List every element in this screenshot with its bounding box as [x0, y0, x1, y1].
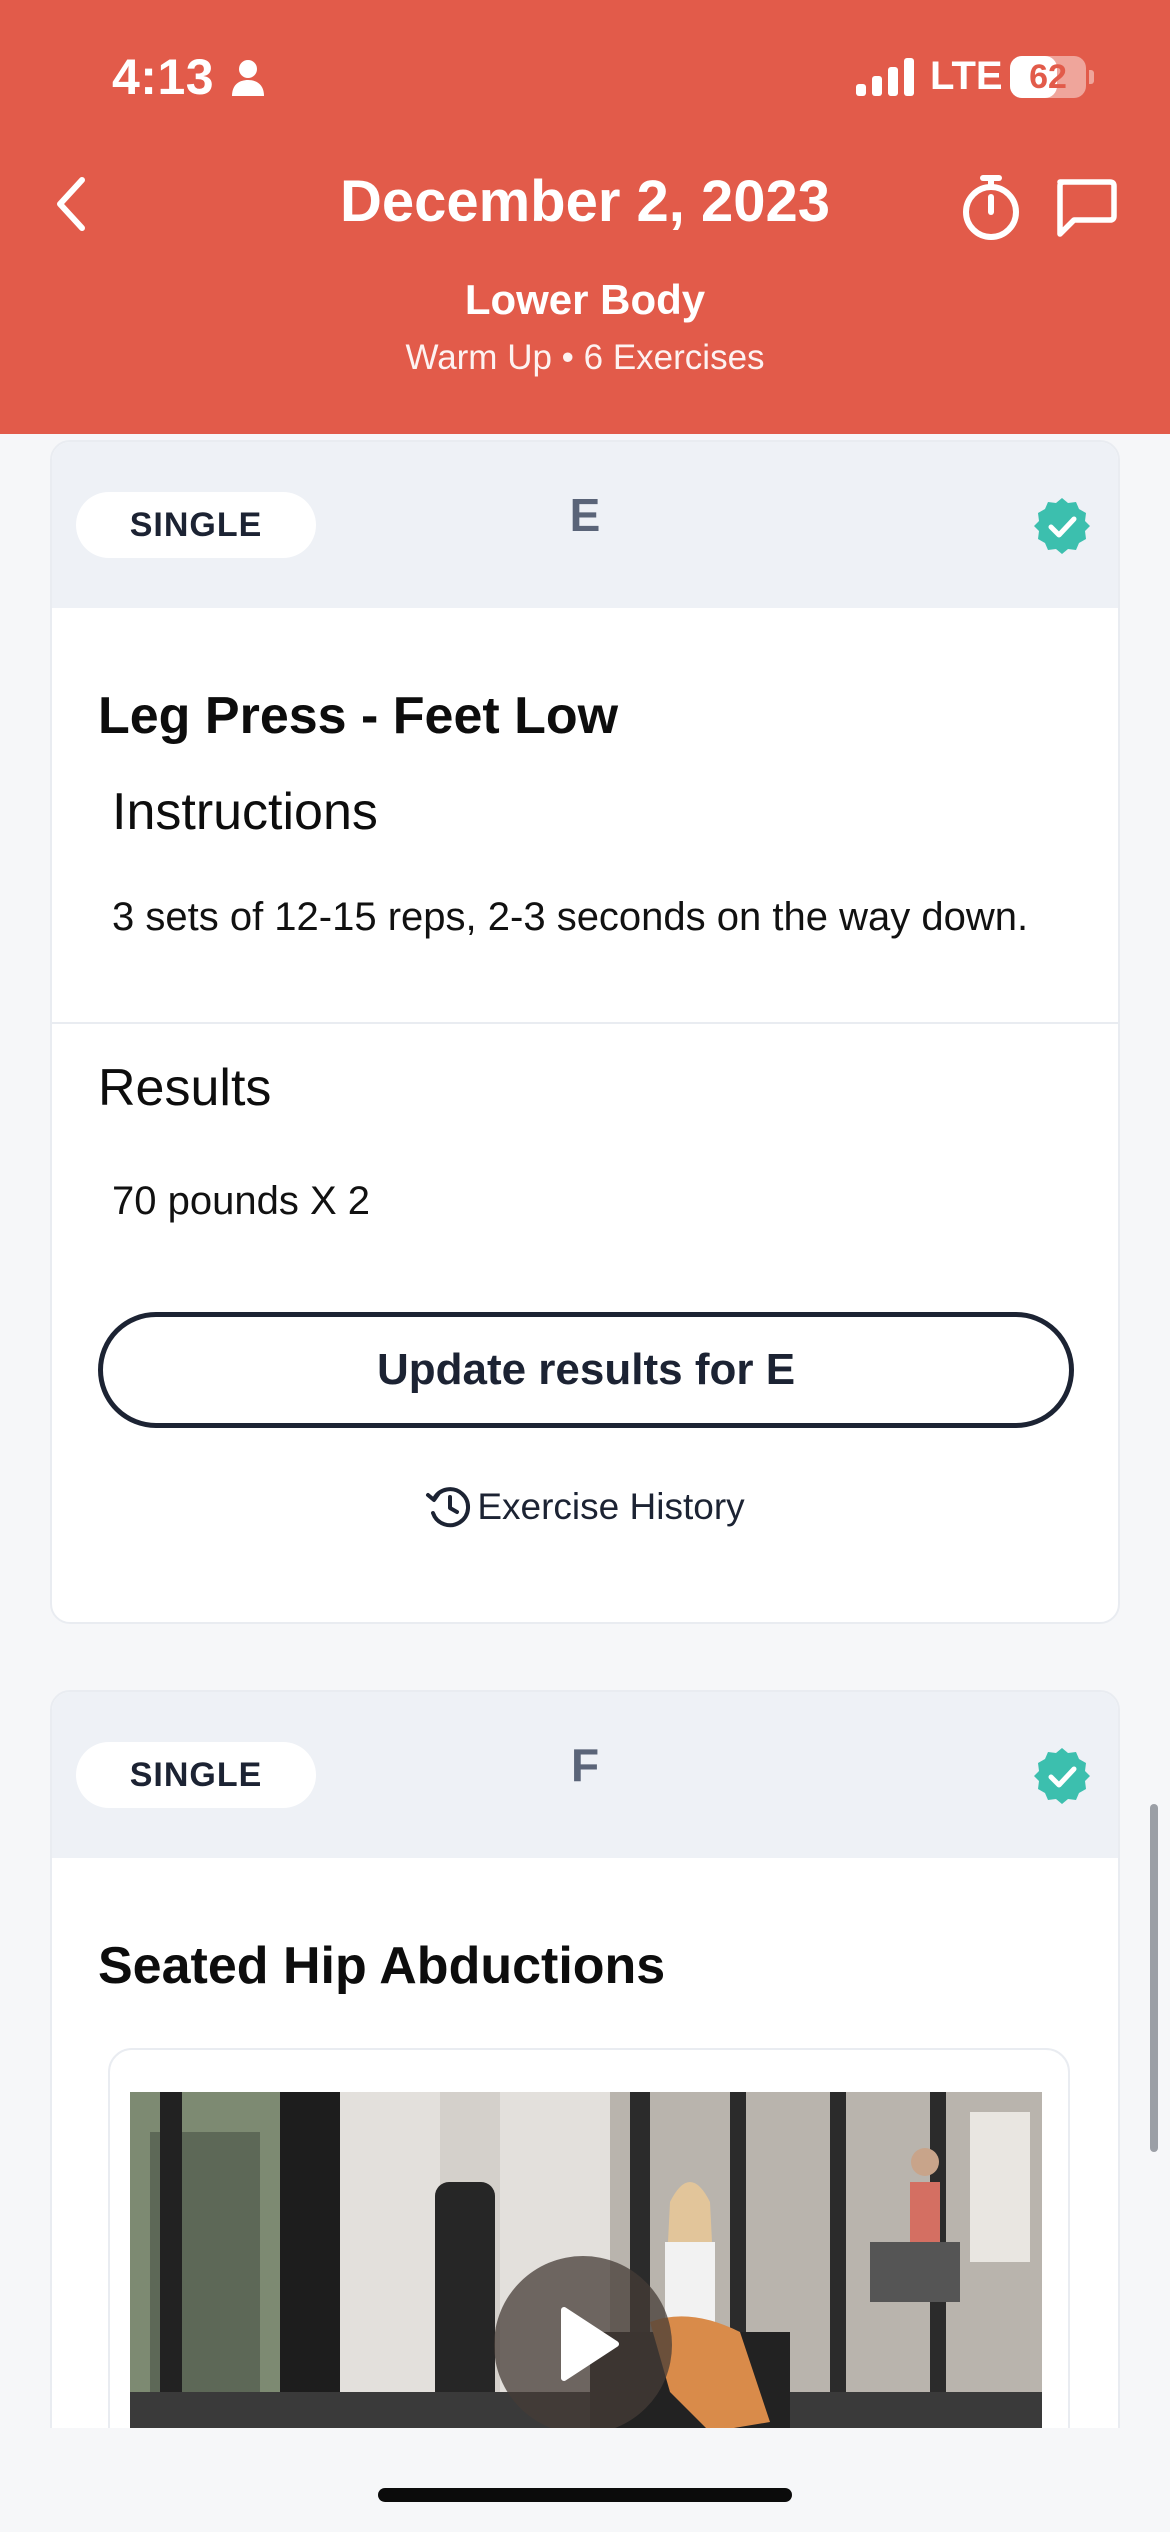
- card-header: SINGLE F: [52, 1692, 1118, 1858]
- home-indicator[interactable]: [378, 2488, 792, 2502]
- card-header: SINGLE E: [52, 442, 1118, 608]
- exercise-card-e: SINGLE E Leg Press - Feet Low Instructio…: [50, 440, 1120, 1624]
- exercise-history-label: Exercise History: [477, 1486, 745, 1527]
- workout-name: Lower Body: [464, 276, 706, 323]
- verified-check-icon: [1034, 498, 1090, 554]
- exercise-letter: E: [569, 489, 601, 541]
- play-button[interactable]: [494, 2256, 672, 2434]
- battery-nub: [1089, 70, 1094, 84]
- person-icon: [232, 60, 264, 96]
- battery-icon: 62: [1010, 56, 1086, 98]
- exercise-card-f: SINGLE F Seated Hip Abductions: [50, 1690, 1120, 2532]
- update-results-button[interactable]: Update results for E: [98, 1312, 1074, 1428]
- chat-bubble-icon[interactable]: [1052, 176, 1118, 240]
- cellular-signal-icon: [856, 58, 914, 96]
- verified-check-icon: [1034, 1748, 1090, 1804]
- history-clock-icon: [426, 1487, 471, 1528]
- result-value: 70 pounds X 2: [112, 1179, 370, 1223]
- workout-subtitle: Warm Up • 6 Exercises: [405, 338, 765, 377]
- results-heading: Results: [98, 1059, 272, 1117]
- exercise-title: Seated Hip Abductions: [98, 1937, 666, 1995]
- bottom-safe-area: [0, 2428, 1170, 2532]
- workout-header: 4:13 LTE 62 December 2, 2023 Lower Body …: [0, 0, 1170, 434]
- scrollbar[interactable]: [1150, 1804, 1158, 2152]
- exercise-history-link[interactable]: Exercise History: [52, 1480, 1118, 1534]
- instructions-heading: Instructions: [112, 783, 378, 841]
- status-time: 4:13: [112, 49, 215, 105]
- battery-percent: 62: [1029, 58, 1067, 96]
- instructions-text: 3 sets of 12-15 reps, 2-3 seconds on the…: [112, 895, 1029, 939]
- stopwatch-icon[interactable]: [958, 172, 1024, 242]
- network-type: LTE: [930, 54, 1003, 98]
- exercise-title: Leg Press - Feet Low: [98, 687, 619, 745]
- exercise-letter: F: [570, 1739, 600, 1791]
- divider: [52, 1022, 1118, 1024]
- play-icon: [561, 2307, 619, 2381]
